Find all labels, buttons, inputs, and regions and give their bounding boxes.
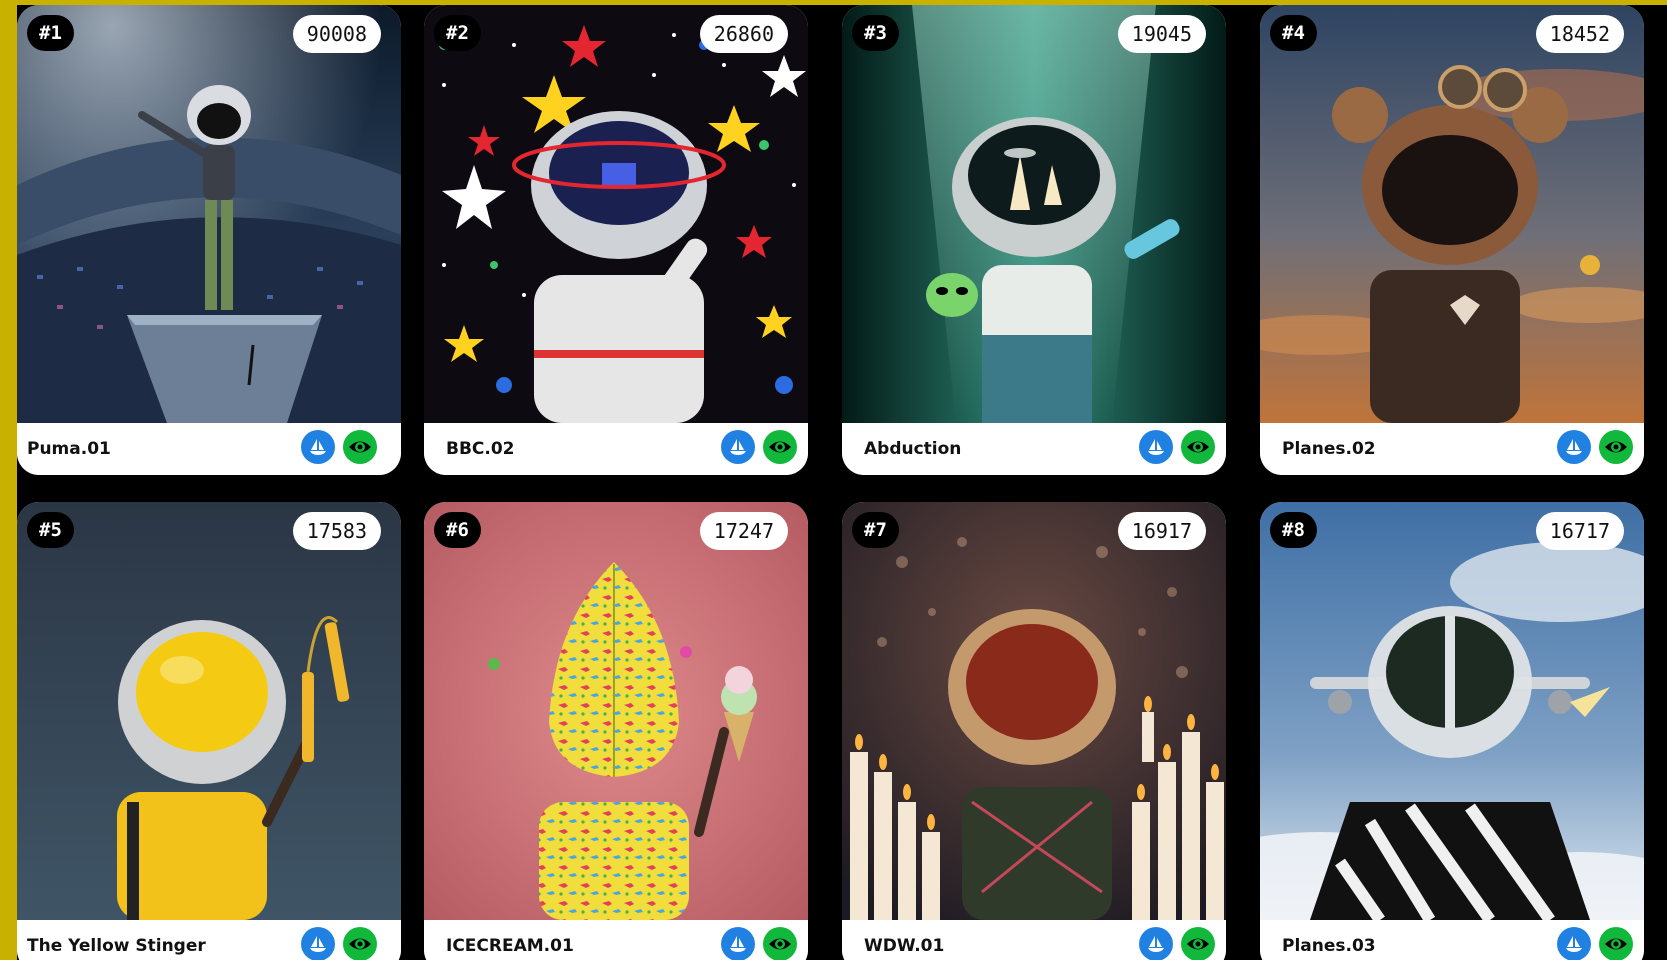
- score-badge: 16917: [1117, 512, 1206, 550]
- nft-card[interactable]: #1 90008 Puma.01: [17, 5, 401, 475]
- nft-card[interactable]: #5 17583 The Yellow Stinger: [17, 502, 401, 960]
- card-footer: Puma.01: [17, 423, 401, 475]
- rank-badge: #1: [27, 15, 74, 51]
- score-badge: 17247: [699, 512, 788, 550]
- rank-badge: #3: [852, 15, 899, 51]
- card-footer: The Yellow Stinger: [17, 920, 401, 960]
- rank-badge: #6: [434, 512, 481, 548]
- sailboat-icon: [1566, 439, 1582, 455]
- nft-name[interactable]: Abduction: [864, 423, 961, 475]
- nft-name[interactable]: WDW.01: [864, 920, 944, 960]
- view-button[interactable]: [1181, 927, 1215, 960]
- rank-badge: #5: [27, 512, 74, 548]
- nft-card[interactable]: #7 16917 WDW.01: [842, 502, 1226, 960]
- rank-badge: #7: [852, 512, 899, 548]
- card-footer: ICECREAM.01: [424, 920, 808, 960]
- nft-artwork[interactable]: [842, 502, 1226, 920]
- score-badge: 17583: [292, 512, 381, 550]
- sailboat-icon: [730, 936, 746, 952]
- nft-name[interactable]: Planes.02: [1282, 423, 1376, 475]
- nft-artwork[interactable]: [424, 502, 808, 920]
- nft-name[interactable]: ICECREAM.01: [446, 920, 574, 960]
- nft-name[interactable]: BBC.02: [446, 423, 515, 475]
- view-button[interactable]: [763, 927, 797, 960]
- score-badge: 26860: [699, 15, 788, 53]
- eye-icon: [769, 938, 791, 950]
- view-button[interactable]: [1599, 430, 1633, 464]
- nft-artwork[interactable]: [17, 502, 401, 920]
- eye-icon: [349, 441, 371, 453]
- card-footer: Planes.02: [1260, 423, 1644, 475]
- opensea-button[interactable]: [1557, 927, 1591, 960]
- score-badge: 90008: [292, 15, 381, 53]
- view-button[interactable]: [763, 430, 797, 464]
- nft-artwork[interactable]: [1260, 5, 1644, 423]
- view-button[interactable]: [1599, 927, 1633, 960]
- opensea-button[interactable]: [301, 927, 335, 960]
- eye-icon: [349, 938, 371, 950]
- opensea-button[interactable]: [1139, 927, 1173, 960]
- eye-icon: [1187, 441, 1209, 453]
- eye-icon: [769, 441, 791, 453]
- sailboat-icon: [1148, 936, 1164, 952]
- nft-gallery: #1 90008 Puma.01 #2 26860 BBC.02 #3 1904…: [17, 5, 1667, 960]
- sailboat-icon: [1566, 936, 1582, 952]
- sailboat-icon: [1148, 439, 1164, 455]
- view-button[interactable]: [343, 927, 377, 960]
- opensea-button[interactable]: [721, 430, 755, 464]
- nft-card[interactable]: #6 17247 ICECREAM.01: [424, 502, 808, 960]
- nft-card[interactable]: #8 16717 Planes.03: [1260, 502, 1644, 960]
- sailboat-icon: [310, 439, 326, 455]
- score-badge: 16717: [1535, 512, 1624, 550]
- card-footer: Abduction: [842, 423, 1226, 475]
- eye-icon: [1605, 441, 1627, 453]
- eye-icon: [1187, 938, 1209, 950]
- sailboat-icon: [730, 439, 746, 455]
- nft-artwork[interactable]: [17, 5, 401, 423]
- card-footer: WDW.01: [842, 920, 1226, 960]
- rank-badge: #2: [434, 15, 481, 51]
- score-badge: 18452: [1535, 15, 1624, 53]
- nft-name[interactable]: Planes.03: [1282, 920, 1376, 960]
- view-button[interactable]: [343, 430, 377, 464]
- score-badge: 19045: [1117, 15, 1206, 53]
- nft-artwork[interactable]: [424, 5, 808, 423]
- nft-artwork[interactable]: [842, 5, 1226, 423]
- nft-artwork[interactable]: [1260, 502, 1644, 920]
- rank-badge: #8: [1270, 512, 1317, 548]
- nft-name[interactable]: The Yellow Stinger: [27, 920, 206, 960]
- sailboat-icon: [310, 936, 326, 952]
- nft-card[interactable]: #4 18452 Planes.02: [1260, 5, 1644, 475]
- rank-badge: #4: [1270, 15, 1317, 51]
- view-button[interactable]: [1181, 430, 1215, 464]
- nft-name[interactable]: Puma.01: [27, 423, 111, 475]
- opensea-button[interactable]: [721, 927, 755, 960]
- card-footer: BBC.02: [424, 423, 808, 475]
- nft-card[interactable]: #2 26860 BBC.02: [424, 5, 808, 475]
- nft-card[interactable]: #3 19045 Abduction: [842, 5, 1226, 475]
- opensea-button[interactable]: [1139, 430, 1173, 464]
- opensea-button[interactable]: [301, 430, 335, 464]
- card-footer: Planes.03: [1260, 920, 1644, 960]
- opensea-button[interactable]: [1557, 430, 1591, 464]
- eye-icon: [1605, 938, 1627, 950]
